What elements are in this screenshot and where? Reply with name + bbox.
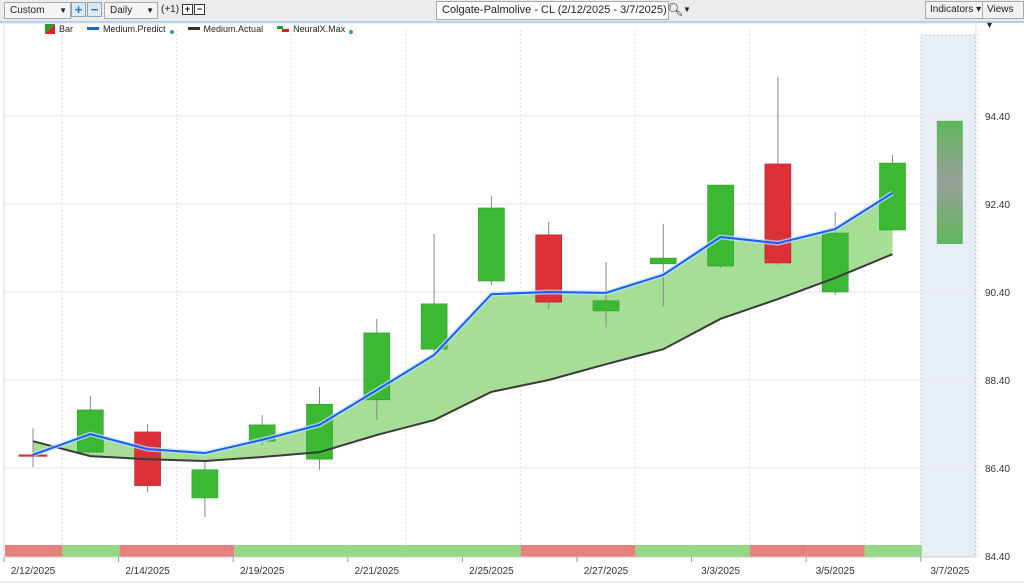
price-chart[interactable]: 94.40 92.40 90.40 88.40 86.40 84.40 2/12/2025 2… bbox=[0, 0, 1024, 586]
x-tick-label: 2/25/2025 bbox=[469, 566, 514, 577]
candle-3/5 bbox=[821, 232, 849, 293]
signal-strip-down bbox=[807, 545, 865, 557]
y-tick-label: 90.40 bbox=[985, 288, 1010, 299]
x-tick-label: 3/7/2025 bbox=[930, 566, 969, 577]
settings-dot-icon[interactable] bbox=[169, 29, 174, 34]
candle-3/3 bbox=[707, 184, 734, 267]
forecast-region bbox=[920, 34, 976, 558]
legend-label: Medium.Predict bbox=[103, 24, 166, 34]
signal-strip-down bbox=[578, 545, 636, 557]
x-tick-label: 2/19/2025 bbox=[240, 566, 285, 577]
signal-strip-up bbox=[635, 545, 693, 557]
x-tick-label: 3/5/2025 bbox=[816, 566, 855, 577]
legend-label: Medium.Actual bbox=[203, 24, 264, 34]
legend-label: Bar bbox=[59, 24, 74, 34]
x-tick-label: 3/3/2025 bbox=[701, 566, 740, 577]
signal-strip-down bbox=[520, 545, 579, 557]
signal-strip-up bbox=[291, 545, 349, 557]
forecast-band bbox=[936, 120, 963, 245]
legend-medium-actual[interactable]: Medium.Actual bbox=[187, 24, 264, 34]
signal-strip-up bbox=[234, 545, 292, 557]
legend-neuralx-max[interactable]: NeuralX.Max bbox=[277, 24, 354, 34]
candle-2/28 bbox=[649, 257, 677, 265]
signal-strip-up bbox=[692, 545, 750, 557]
legend-label: NeuralX.Max bbox=[293, 24, 346, 34]
candle-2/18 bbox=[191, 469, 219, 499]
y-tick-label: 88.40 bbox=[985, 376, 1010, 387]
candle-2/20 bbox=[306, 403, 333, 460]
legend-bar[interactable]: Bar bbox=[45, 24, 73, 34]
chart-legend: Bar Medium.Predict Medium.Actual NeuralX… bbox=[45, 24, 354, 34]
candle-2/25 bbox=[478, 207, 505, 282]
x-tick-label: 2/12/2025 bbox=[11, 566, 56, 577]
signal-strip-down bbox=[176, 545, 235, 557]
candle-3/4 bbox=[764, 163, 792, 264]
signal-strip-down bbox=[119, 545, 177, 557]
signal-strip-down bbox=[749, 545, 808, 557]
y-tick-label: 94.40 bbox=[985, 112, 1010, 123]
signal-strip-down bbox=[5, 545, 63, 557]
signal-strip-up bbox=[463, 545, 521, 557]
signal-strip-up bbox=[406, 545, 464, 557]
y-tick-label: 86.40 bbox=[985, 464, 1010, 475]
settings-dot-icon[interactable] bbox=[349, 29, 354, 34]
signal-strip-up bbox=[864, 545, 922, 557]
y-tick-label: 92.40 bbox=[985, 200, 1010, 211]
x-tick-label: 2/27/2025 bbox=[584, 566, 629, 577]
signal-strip-up bbox=[348, 545, 407, 557]
legend-medium-predict[interactable]: Medium.Predict bbox=[87, 24, 174, 34]
y-tick-label: 84.40 bbox=[985, 552, 1010, 563]
candle-2/13 bbox=[77, 409, 104, 453]
signal-strip-up bbox=[62, 545, 120, 557]
candle-2/12 bbox=[18, 454, 48, 457]
x-tick-label: 2/21/2025 bbox=[355, 566, 400, 577]
candle-2/27 bbox=[592, 300, 620, 312]
x-tick-label: 2/14/2025 bbox=[125, 566, 170, 577]
